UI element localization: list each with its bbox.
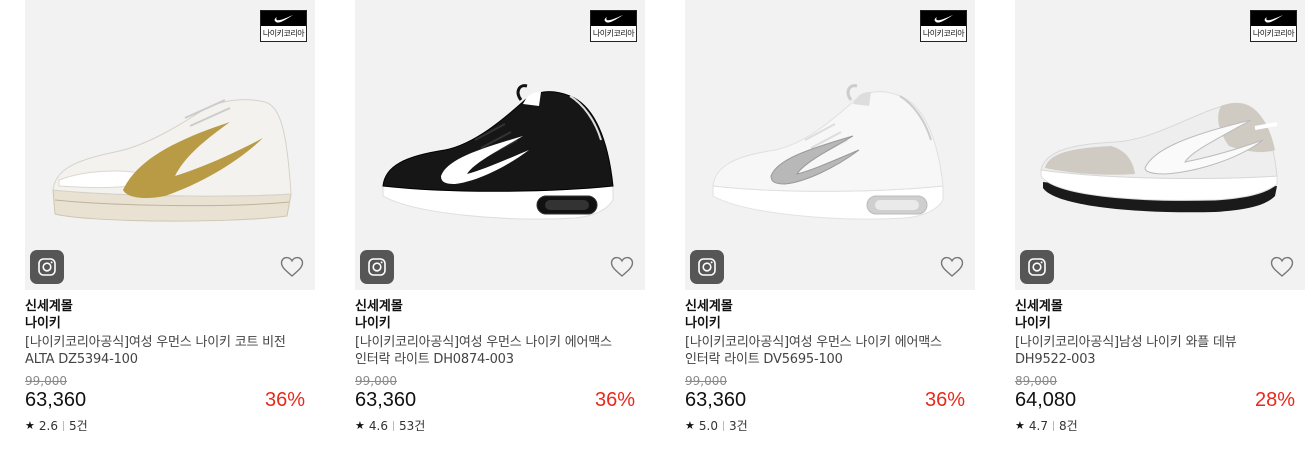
review-count[interactable]: 3건 [729,418,748,434]
review-count[interactable]: 53건 [399,418,425,434]
store-name: 신세계몰 [355,299,403,314]
star-icon: ★ [685,419,695,432]
review-count[interactable]: 5건 [69,418,88,434]
sale-price: 63,360 [25,389,87,411]
divider [392,421,394,431]
star-icon: ★ [1015,419,1025,432]
wishlist-heart-icon[interactable] [280,256,304,278]
product-card[interactable]: 나이키코리아 신세계몰 나이키 [나이키코리아공식]여성 우먼스 나이키 에어맥… [685,0,975,460]
nike-swoosh-icon [274,15,293,23]
product-name[interactable]: [나이키코리아공식]여성 우먼스 나이키 코트 비전 ALTA DZ5394-1… [25,334,287,368]
star-icon: ★ [25,419,35,432]
brand-name: 나이키 [355,316,391,331]
nike-swoosh-icon [1264,15,1283,23]
brand-name: 나이키 [25,316,61,331]
rating-row: ★ 2.6 5건 [25,418,88,434]
instagram-icon[interactable] [30,250,64,284]
star-icon: ★ [355,419,365,432]
wishlist-heart-icon[interactable] [1270,256,1294,278]
shoe-image [1040,102,1278,213]
brand-tag: 나이키코리아 [920,10,967,42]
shoe-image [382,84,614,220]
rating-row: ★ 5.0 3건 [685,418,748,434]
brand-tag: 나이키코리아 [1250,10,1297,42]
shoe-image [712,84,944,220]
review-count[interactable]: 8건 [1059,418,1078,434]
brand-tag-label: 나이키코리아 [922,29,965,38]
rating-row: ★ 4.7 8건 [1015,418,1078,434]
instagram-icon[interactable] [1020,250,1054,284]
brand-tag-label: 나이키코리아 [592,29,635,38]
brand-tag: 나이키코리아 [260,10,307,42]
product-name[interactable]: [나이키코리아공식]남성 나이키 와플 데뷰 DH9522-003 [1015,334,1277,368]
product-card[interactable]: 나이키코리아 신세계몰 나이키 [나이키코리아공식]여성 우먼스 나이키 코트 … [25,0,315,460]
brand-name: 나이키 [1015,316,1051,331]
wishlist-heart-icon[interactable] [940,256,964,278]
product-name[interactable]: [나이키코리아공식]여성 우먼스 나이키 에어맥스 인터락 라이트 DV5695… [685,334,947,368]
store-name: 신세계몰 [25,299,73,314]
discount-rate: 36% [594,389,635,411]
rating-score: 5.0 [698,419,718,433]
brand-tag-label: 나이키코리아 [1252,29,1295,38]
brand-tag: 나이키코리아 [590,10,637,42]
brand-name: 나이키 [685,316,721,331]
product-image[interactable]: 나이키코리아 [1015,0,1305,290]
instagram-icon[interactable] [690,250,724,284]
rating-score: 4.7 [1028,419,1048,433]
product-image[interactable]: 나이키코리아 [685,0,975,290]
discount-rate: 36% [264,389,305,411]
product-card[interactable]: 나이키코리아 신세계몰 나이키 [나이키코리아공식]남성 나이키 와플 데뷰 D… [1015,0,1305,460]
discount-rate: 36% [924,389,965,411]
divider [1052,421,1054,431]
product-image[interactable]: 나이키코리아 [355,0,645,290]
rating-score: 2.6 [38,419,58,433]
sale-price: 64,080 [1015,389,1077,411]
instagram-icon[interactable] [360,250,394,284]
wishlist-heart-icon[interactable] [610,256,634,278]
shoe-image [52,99,292,222]
sale-price: 63,360 [685,389,747,411]
product-image[interactable]: 나이키코리아 [25,0,315,290]
product-card[interactable]: 나이키코리아 신세계몰 나이키 [나이키코리아공식]여성 우먼스 나이키 에어맥… [355,0,645,460]
brand-tag-label: 나이키코리아 [262,29,305,38]
rating-row: ★ 4.6 53건 [355,418,425,434]
product-name[interactable]: [나이키코리아공식]여성 우먼스 나이키 에어맥스 인터락 라이트 DH0874… [355,334,617,368]
sale-price: 63,360 [355,389,417,411]
rating-score: 4.6 [368,419,388,433]
store-name: 신세계몰 [1015,299,1063,314]
divider [722,421,724,431]
discount-rate: 28% [1254,389,1295,411]
nike-swoosh-icon [934,15,953,23]
divider [62,421,64,431]
store-name: 신세계몰 [685,299,733,314]
nike-swoosh-icon [604,15,623,23]
